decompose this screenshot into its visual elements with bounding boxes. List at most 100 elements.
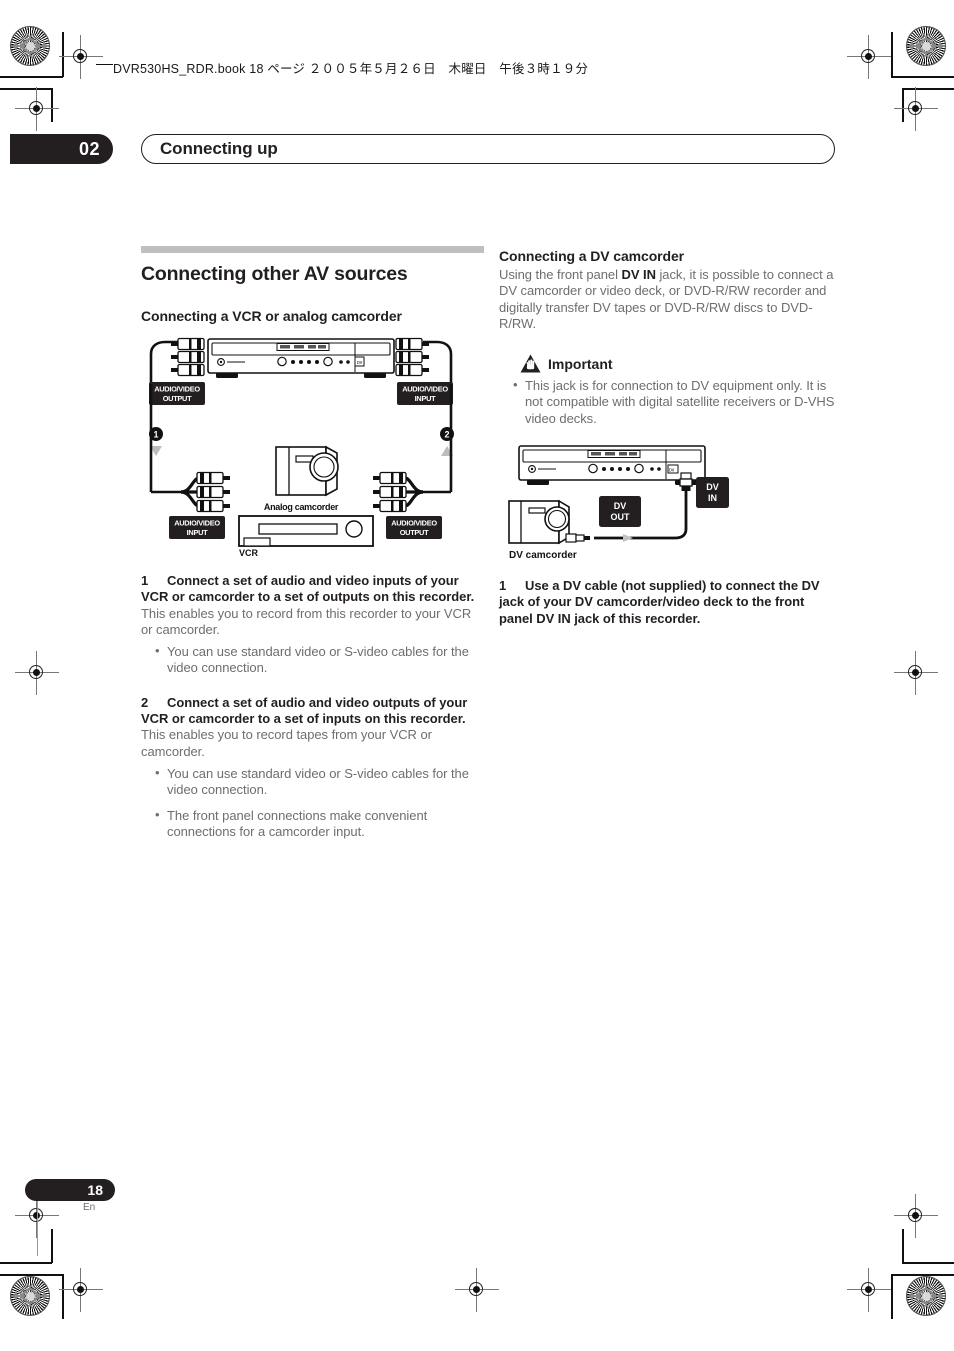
label-recorder-audio-video-input: AUDIO/VIDEO INPUT bbox=[397, 382, 453, 405]
page-number: 18 bbox=[87, 1182, 103, 1198]
crop-mark-line bbox=[891, 76, 954, 78]
registration-target bbox=[59, 35, 103, 79]
registration-target bbox=[15, 87, 59, 131]
registration-target bbox=[894, 1194, 938, 1238]
svg-text:AUDIO/VIDEO: AUDIO/VIDEO bbox=[174, 519, 220, 528]
svg-text:DV: DV bbox=[614, 501, 627, 511]
list-item: You can use standard video or S-video ca… bbox=[155, 765, 484, 799]
svg-text:AUDIO/VIDEO: AUDIO/VIDEO bbox=[154, 385, 200, 394]
recorder-front-panel-illustration: ᴅᴠ bbox=[207, 338, 395, 378]
svg-text:VCR: VCR bbox=[239, 548, 259, 558]
right-column: Connecting a DV camcorder Using the fron… bbox=[499, 246, 837, 627]
dv-in-bold-2: DV IN bbox=[536, 610, 571, 626]
dv-in-bold-1: DV IN bbox=[621, 267, 656, 282]
warning-triangle-icon bbox=[520, 354, 541, 373]
svg-text:Analog camcorder: Analog camcorder bbox=[264, 502, 339, 512]
svg-text:IN: IN bbox=[708, 493, 717, 503]
svg-text:DV camcorder: DV camcorder bbox=[509, 550, 577, 561]
dv-intro-before: Using the front panel bbox=[499, 267, 622, 282]
step-1-number: 1 bbox=[141, 573, 149, 588]
subsection-heading-vcr: Connecting a VCR or analog camcorder bbox=[141, 308, 402, 324]
svg-text:INPUT: INPUT bbox=[187, 528, 208, 537]
svg-text:2: 2 bbox=[444, 430, 449, 440]
crop-mark-line bbox=[902, 1229, 904, 1263]
registration-rosette-bottom-left bbox=[10, 1276, 50, 1316]
crop-mark-line bbox=[51, 1229, 53, 1263]
cable-vcr-output-right bbox=[372, 471, 424, 513]
svg-text:OUT: OUT bbox=[611, 512, 631, 522]
registration-rosette-top-left bbox=[10, 26, 50, 66]
crop-mark-line bbox=[62, 32, 64, 77]
dv-intro-paragraph: Using the front panel DV IN jack, it is … bbox=[499, 267, 837, 332]
list-item: The front panel connections make conveni… bbox=[155, 807, 484, 841]
page-number-pill: 18 bbox=[25, 1179, 115, 1201]
file-timestamp: DVR530HS_RDR.book 18 ページ ２００５年５月２６日 木曜日 … bbox=[113, 62, 589, 76]
step-1-bullets: You can use standard video or S-video ca… bbox=[141, 643, 484, 677]
svg-text:AUDIO/VIDEO: AUDIO/VIDEO bbox=[391, 519, 437, 528]
registration-target bbox=[894, 87, 938, 131]
list-item: You can use standard video or S-video ca… bbox=[155, 643, 484, 677]
crop-mark-line bbox=[902, 1262, 954, 1264]
step-2-body: This enables you to record tapes from yo… bbox=[141, 727, 432, 759]
registration-target bbox=[847, 35, 891, 79]
step-1-body: This enables you to record from this rec… bbox=[141, 605, 472, 637]
dv-camcorder-illustration: DV camcorder bbox=[508, 499, 590, 561]
svg-text:INPUT: INPUT bbox=[415, 394, 436, 403]
label-dv-in: DV IN bbox=[696, 477, 729, 509]
chapter-number-tab: 02 bbox=[10, 134, 113, 164]
dv-camcorder-connection-diagram: ᴅᴠ DV IN DV OUT DV camcorder bbox=[499, 443, 837, 563]
registration-target bbox=[847, 1268, 891, 1312]
filestamp-rule bbox=[96, 64, 113, 66]
registration-target bbox=[15, 651, 59, 695]
step-2-heading: 2 Connect a set of audio and video output… bbox=[141, 695, 484, 728]
crop-mark-line bbox=[0, 1262, 52, 1264]
crop-mark-line bbox=[51, 88, 53, 122]
recorder-front-panel-illustration: ᴅᴠ bbox=[518, 445, 706, 486]
vcr-illustration: VCR bbox=[238, 515, 374, 558]
page-canvas: DVR530HS_RDR.book 18 ページ ２００５年５月２６日 木曜日 … bbox=[0, 0, 954, 1351]
step-1-text: Connect a set of audio and video inputs … bbox=[141, 573, 475, 605]
crop-mark-line bbox=[902, 88, 954, 90]
step-2-bullets: You can use standard video or S-video ca… bbox=[141, 765, 484, 841]
registration-rosette-top-right bbox=[906, 26, 946, 66]
chapter-number: 02 bbox=[78, 138, 100, 159]
registration-rosette-bottom-right bbox=[906, 1276, 946, 1316]
chapter-title-pill: Connecting up bbox=[141, 134, 835, 164]
dv-step-1-number: 1 bbox=[499, 578, 507, 594]
label-vcr-audio-video-input: AUDIO/VIDEO INPUT bbox=[169, 516, 225, 539]
page-language: En bbox=[83, 1202, 96, 1213]
crop-mark-line bbox=[891, 32, 893, 77]
cable-recorder-input-right bbox=[395, 337, 453, 384]
svg-text:OUTPUT: OUTPUT bbox=[400, 528, 429, 537]
svg-text:ᴅᴠ: ᴅᴠ bbox=[669, 468, 675, 474]
svg-text:1: 1 bbox=[153, 430, 158, 440]
cable-vcr-input-left bbox=[180, 471, 231, 513]
label-dv-out: DV OUT bbox=[599, 496, 641, 528]
registration-target bbox=[59, 1268, 103, 1312]
analog-camcorder-illustration: Analog camcorder bbox=[264, 445, 339, 512]
crop-mark-line bbox=[891, 1274, 893, 1319]
step-1-heading: 1 Connect a set of audio and video inputs… bbox=[141, 573, 484, 606]
crop-mark-line bbox=[0, 88, 52, 90]
chapter-title: Connecting up bbox=[160, 139, 278, 158]
registration-target bbox=[894, 651, 938, 695]
important-heading: Important bbox=[499, 354, 837, 373]
crop-mark-line bbox=[891, 1274, 954, 1276]
svg-text:OUTPUT: OUTPUT bbox=[163, 394, 192, 403]
left-column: Connecting other AV sources Connecting a… bbox=[141, 246, 484, 849]
label-recorder-audio-video-output: AUDIO/VIDEO OUTPUT bbox=[149, 382, 205, 405]
important-label: Important bbox=[548, 355, 613, 372]
label-vcr-audio-video-output: AUDIO/VIDEO OUTPUT bbox=[386, 516, 442, 539]
subsection-heading-dv: Connecting a DV camcorder bbox=[499, 248, 684, 264]
svg-text:DV: DV bbox=[706, 482, 719, 492]
dv-step-1-text-b: jack of this recorder. bbox=[570, 610, 701, 626]
step-2-number: 2 bbox=[141, 694, 149, 710]
crop-mark-line bbox=[0, 76, 63, 78]
section-heading: Connecting other AV sources bbox=[141, 263, 408, 285]
svg-text:AUDIO/VIDEO: AUDIO/VIDEO bbox=[402, 385, 448, 394]
dv-step-1-heading: 1 Use a DV cable (not supplied) to connec… bbox=[499, 578, 837, 627]
vcr-analog-camcorder-connection-diagram: ᴅᴠ AUDIO/VIDEO OUTPUT AUDIO/VIDEO INPUT … bbox=[141, 336, 484, 558]
section-rule bbox=[141, 246, 484, 253]
crop-mark-line bbox=[62, 1274, 64, 1319]
list-item: This jack is for connection to DV equipm… bbox=[513, 377, 837, 427]
